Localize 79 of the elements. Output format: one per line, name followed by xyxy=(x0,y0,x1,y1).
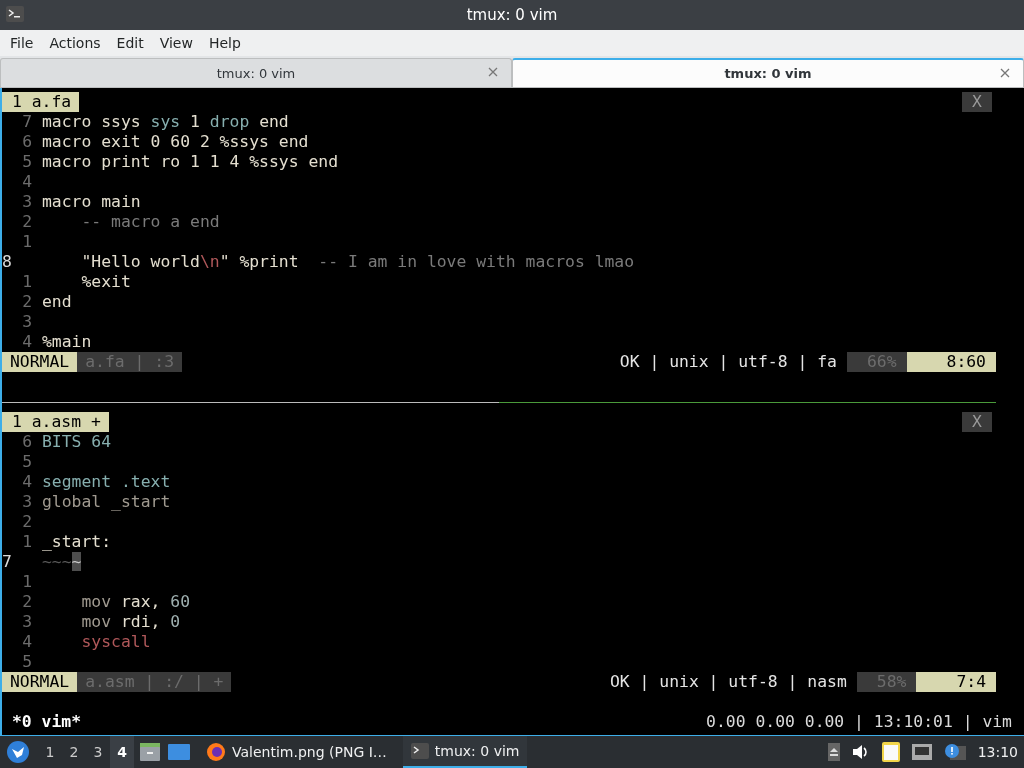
clock[interactable]: 13:10 xyxy=(977,744,1018,760)
line-number: 5 xyxy=(21,152,33,172)
code-line: %exit xyxy=(80,272,131,292)
code-line: end xyxy=(42,292,72,312)
line-number: 6 xyxy=(21,132,33,152)
taskbar-task[interactable]: Valentim.png (PNG I… xyxy=(198,736,395,768)
line-number: 2 xyxy=(21,512,33,532)
line-number: 2 xyxy=(21,292,33,312)
line-number: 4 xyxy=(21,632,33,652)
menu-item[interactable]: Edit xyxy=(108,35,152,51)
notification-icon[interactable] xyxy=(943,743,966,761)
close-icon[interactable] xyxy=(487,66,499,78)
code-line: macro exit 0 60 2 %ssys end xyxy=(42,132,309,152)
line-number: 6 xyxy=(21,432,33,452)
file-format-info: OK | unix | utf-8 | fa xyxy=(619,352,838,372)
network-icon[interactable] xyxy=(911,744,932,760)
code-line: macro ssys sys 1 drop end xyxy=(42,112,289,132)
cursor-position: 8:60 xyxy=(906,352,996,372)
workspace-button[interactable]: 4 xyxy=(110,736,134,768)
workspace-button[interactable]: 1 xyxy=(38,744,62,760)
mode-indicator: NORMAL xyxy=(2,352,78,372)
line-number: 8 xyxy=(2,252,13,272)
terminal-tab[interactable]: tmux: 0 vim xyxy=(0,58,512,87)
code-line: syscall xyxy=(80,632,151,652)
code-line: segment .text xyxy=(42,472,171,492)
line-number: 7 xyxy=(21,112,33,132)
line-number: 7 xyxy=(2,552,13,572)
code-line: macro main xyxy=(42,192,141,212)
workspace-button[interactable]: 3 xyxy=(86,744,110,760)
line-number: 3 xyxy=(21,492,33,512)
browser-icon xyxy=(206,742,226,762)
line-number: 3 xyxy=(21,192,33,212)
line-number: 1 xyxy=(21,572,33,592)
menu-item[interactable]: Help xyxy=(200,35,249,51)
workspace-button[interactable]: 2 xyxy=(62,744,86,760)
close-icon[interactable] xyxy=(999,67,1011,79)
close-buffer-button[interactable]: X xyxy=(962,92,992,112)
line-number: 4 xyxy=(21,472,33,492)
terminal-icon xyxy=(410,743,429,759)
volume-icon[interactable] xyxy=(851,744,870,760)
line-number: 3 xyxy=(21,612,33,632)
line-number: 4 xyxy=(21,332,33,352)
cursor-position: 7:4 xyxy=(916,672,996,692)
line-number: 1 xyxy=(21,232,33,252)
file-format-info: OK | unix | utf-8 | nasm xyxy=(609,672,848,692)
code-line: BITS 64 xyxy=(42,432,112,452)
line-number: 5 xyxy=(21,652,33,672)
app-launcher-icon[interactable] xyxy=(6,740,30,764)
mode-indicator: NORMAL xyxy=(2,672,78,692)
code-line: ~~~~ xyxy=(42,552,82,572)
buffer-tab[interactable]: 1 a.fa xyxy=(2,92,80,112)
code-line: mov rax, 60 xyxy=(80,592,191,612)
line-number: 5 xyxy=(21,452,33,472)
eject-icon[interactable] xyxy=(827,743,840,761)
line-number: 1 xyxy=(21,532,33,552)
menu-item[interactable]: File xyxy=(2,35,42,51)
code-line: _start: xyxy=(42,532,112,552)
code-line: mov rdi, 0 xyxy=(80,612,181,632)
code-line: global _start xyxy=(42,492,171,512)
clipboard-icon[interactable] xyxy=(881,742,900,762)
code-line: %main xyxy=(42,332,92,352)
taskbar-task[interactable]: tmux: 0 vim xyxy=(402,736,528,768)
close-buffer-button[interactable]: X xyxy=(962,412,992,432)
line-number: 1 xyxy=(21,272,33,292)
window-title: tmux: 0 vim xyxy=(466,6,558,24)
buffer-tab[interactable]: 1 a.asm + xyxy=(2,412,109,432)
terminal-icon xyxy=(6,6,24,22)
line-number: 2 xyxy=(21,212,33,232)
menu-item[interactable]: Actions xyxy=(41,35,109,51)
line-number: 2 xyxy=(21,592,33,612)
line-number: 3 xyxy=(21,312,33,332)
code-line: -- macro a end xyxy=(80,212,220,232)
menu-item[interactable]: View xyxy=(151,35,201,51)
line-number: 4 xyxy=(21,172,33,192)
code-line: "Hello world\n" %print -- I am in love with macros lmao xyxy=(80,252,635,272)
code-line: macro print ro 1 1 4 %ssys end xyxy=(42,152,339,172)
tmux-status-info: 0.00 0.00 0.00 | 13:10:01 | vim xyxy=(706,712,1012,732)
terminal-tab[interactable]: tmux: 0 vim xyxy=(512,58,1024,87)
tmux-window-label: *0 vim* xyxy=(11,712,82,732)
